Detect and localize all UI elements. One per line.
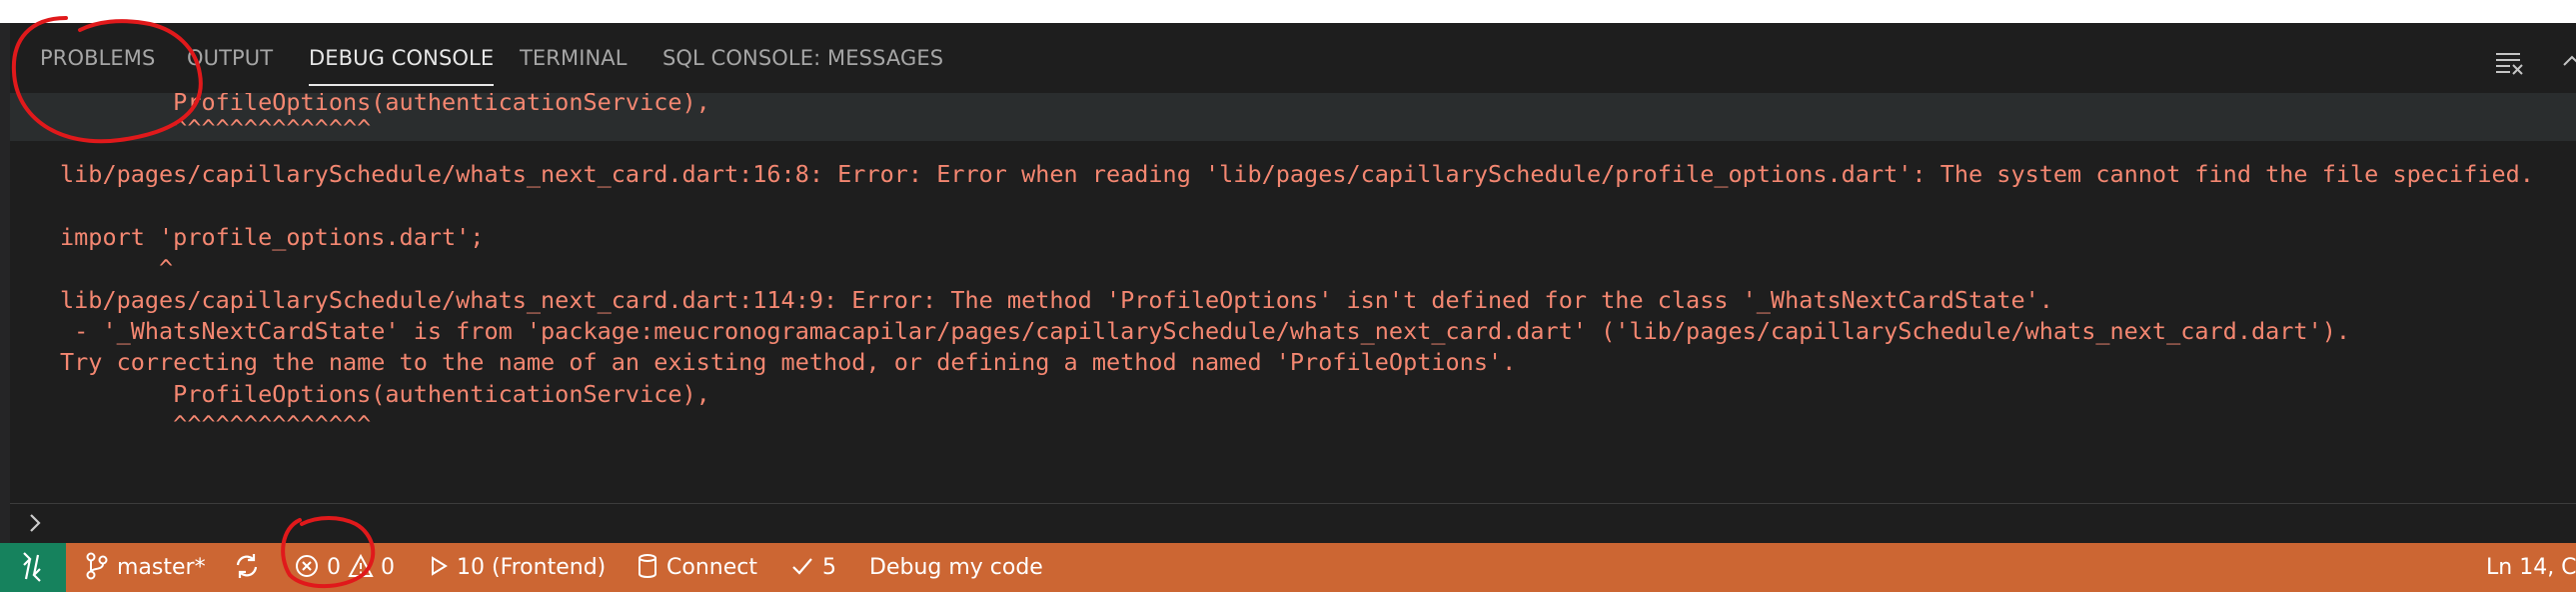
play-icon — [428, 555, 457, 580]
database-icon — [636, 554, 666, 580]
tab-sql-console-messages[interactable]: SQL CONSOLE: MESSAGES — [662, 46, 943, 80]
status-bar: master* 0 0 10 (Frontend) Connect 5 Debu… — [0, 543, 2576, 592]
debug-my-code-button[interactable]: Debug my code — [869, 543, 1043, 592]
branch-name: master* — [117, 555, 206, 580]
vscode-panel: PROBLEMS OUTPUT DEBUG CONSOLE TERMINAL S… — [0, 23, 2576, 592]
tab-output[interactable]: OUTPUT — [187, 46, 273, 80]
connect-status[interactable]: Connect — [636, 543, 757, 592]
chevron-right-icon — [24, 510, 48, 536]
debug-console-output: ProfileOptions(authenticationService), ^… — [10, 93, 2576, 503]
console-input[interactable] — [10, 503, 2576, 544]
console-line: import 'profile_options.dart'; — [60, 223, 485, 251]
warning-count: 0 — [381, 555, 395, 580]
remote-icon[interactable] — [0, 543, 66, 592]
cursor-position[interactable]: Ln 14, Co — [2486, 543, 2576, 592]
sync-icon[interactable] — [232, 543, 262, 592]
git-branch-icon — [84, 552, 117, 580]
connect-label: Connect — [666, 555, 757, 580]
debug-target-status[interactable]: 10 (Frontend) — [428, 543, 606, 592]
left-gutter — [0, 23, 10, 543]
error-icon — [294, 555, 327, 580]
console-line: ^^^^^^^^^^^^^^ — [60, 114, 372, 142]
console-line: - '_WhatsNextCardState' is from 'package… — [60, 317, 2351, 345]
panel-tabbar: PROBLEMS OUTPUT DEBUG CONSOLE TERMINAL S… — [10, 23, 2576, 93]
problems-status[interactable]: 0 0 — [294, 543, 395, 592]
console-line: lib/pages/capillarySchedule/whats_next_c… — [60, 160, 2534, 188]
chevron-up-icon[interactable] — [2558, 45, 2576, 79]
console-line: Try correcting the name to the name of a… — [60, 348, 1517, 376]
console-line: ^ — [60, 254, 174, 282]
debug-target-label: 10 (Frontend) — [457, 555, 607, 580]
console-line: ProfileOptions(authenticationService), — [60, 380, 710, 408]
check-status[interactable]: 5 — [789, 543, 836, 592]
warning-icon — [348, 553, 381, 580]
tab-problems[interactable]: PROBLEMS — [40, 46, 155, 80]
tab-terminal[interactable]: TERMINAL — [520, 46, 628, 80]
console-line: ^^^^^^^^^^^^^^ — [60, 410, 372, 438]
error-count: 0 — [327, 555, 341, 580]
console-line: lib/pages/capillarySchedule/whats_next_c… — [60, 286, 2053, 314]
branch-status[interactable]: master* — [84, 543, 206, 592]
check-icon — [789, 555, 822, 580]
tab-debug-console[interactable]: DEBUG CONSOLE — [309, 46, 495, 86]
clear-console-icon[interactable] — [2492, 45, 2526, 79]
check-count: 5 — [822, 555, 836, 580]
